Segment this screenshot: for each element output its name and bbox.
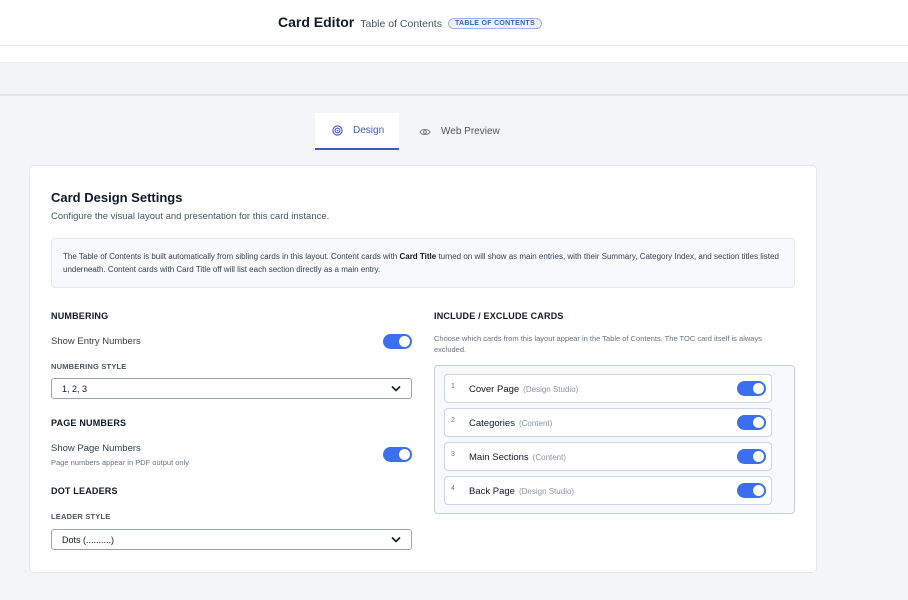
include-back-page-toggle[interactable] bbox=[737, 483, 766, 498]
list-item-number: 1 bbox=[451, 383, 455, 390]
list-item-name: Categories bbox=[469, 418, 515, 429]
page-subtitle: Table of Contents bbox=[360, 18, 442, 30]
info-text-part1: The Table of Contents is built automatic… bbox=[63, 252, 400, 261]
include-cover-page-toggle[interactable] bbox=[737, 381, 766, 396]
toolbar-strip bbox=[0, 46, 908, 63]
list-item-tag: (Design Studio) bbox=[518, 487, 575, 496]
info-notice: The Table of Contents is built automatic… bbox=[51, 238, 795, 288]
leader-style-select[interactable]: Dots (..........) bbox=[51, 529, 412, 550]
list-item-name: Main Sections bbox=[469, 452, 529, 463]
secondary-toolbar-strip bbox=[0, 63, 908, 96]
title-group: Card Editor Table of Contents TABLE OF C… bbox=[278, 14, 542, 31]
card-type-badge: TABLE OF CONTENTS bbox=[447, 18, 542, 29]
card-design-settings-panel: Card Design Settings Configure the visua… bbox=[29, 165, 817, 573]
page-title: Card Editor bbox=[278, 14, 355, 30]
list-item-label: Back Page (Design Studio) bbox=[469, 486, 574, 497]
numbering-heading: NUMBERING bbox=[51, 311, 109, 321]
list-item-back-page: 4 Back Page (Design Studio) bbox=[444, 476, 772, 505]
top-bar: Card Editor Table of Contents TABLE OF C… bbox=[0, 0, 908, 46]
numbering-style-select[interactable]: 1, 2, 3 bbox=[51, 378, 412, 399]
list-item-label: Categories (Content) bbox=[469, 418, 552, 429]
include-main-sections-toggle[interactable] bbox=[737, 449, 766, 464]
numbering-style-value: 1, 2, 3 bbox=[62, 383, 88, 394]
leader-style-value: Dots (..........) bbox=[62, 534, 115, 545]
list-item-name: Back Page bbox=[469, 486, 515, 497]
target-icon bbox=[332, 125, 343, 136]
list-item-label: Main Sections (Content) bbox=[469, 452, 566, 463]
list-item-name: Cover Page bbox=[469, 384, 520, 395]
show-entry-numbers-label: Show Entry Numbers bbox=[51, 336, 141, 347]
show-page-numbers-label: Show Page Numbers bbox=[51, 443, 141, 454]
show-page-numbers-toggle[interactable] bbox=[383, 447, 412, 462]
dot-leaders-heading: DOT LEADERS bbox=[51, 486, 118, 496]
tab-web-preview-label: Web Preview bbox=[441, 126, 500, 137]
info-text-bold: Card Title bbox=[399, 252, 437, 261]
page-numbers-heading: PAGE NUMBERS bbox=[51, 418, 127, 428]
show-entry-numbers-toggle[interactable] bbox=[383, 334, 412, 349]
chevron-down-icon bbox=[391, 535, 401, 545]
tab-design[interactable]: Design bbox=[315, 113, 399, 150]
list-item-number: 2 bbox=[451, 417, 455, 424]
list-item-number: 4 bbox=[451, 485, 455, 492]
panel-description: Configure the visual layout and presenta… bbox=[51, 211, 330, 222]
list-item-tag: (Design Studio) bbox=[523, 385, 579, 394]
list-item-label: Cover Page (Design Studio) bbox=[469, 384, 578, 395]
chevron-down-icon bbox=[391, 384, 401, 394]
tab-design-label: Design bbox=[353, 125, 385, 136]
eye-icon bbox=[419, 127, 431, 137]
include-exclude-description: Choose which cards from this layout appe… bbox=[434, 334, 762, 354]
list-item-main-sections: 3 Main Sections (Content) bbox=[444, 442, 772, 471]
page-numbers-hint: Page numbers appear in PDF output only bbox=[51, 458, 189, 467]
card-list: 1 Cover Page (Design Studio) 2 Categories… bbox=[434, 365, 795, 514]
list-item-tag: (Content) bbox=[518, 419, 553, 428]
numbering-style-label: NUMBERING STYLE bbox=[51, 362, 127, 371]
list-item-cover-page: 1 Cover Page (Design Studio) bbox=[444, 374, 772, 403]
panel-title: Card Design Settings bbox=[51, 190, 183, 205]
list-item-tag: (Content) bbox=[532, 453, 567, 462]
tab-web-preview[interactable]: Web Preview bbox=[402, 113, 517, 150]
list-item-categories: 2 Categories (Content) bbox=[444, 408, 772, 437]
leader-style-label: LEADER STYLE bbox=[51, 512, 111, 521]
editor-tabs: Design Web Preview bbox=[315, 113, 517, 150]
include-exclude-heading: INCLUDE / EXCLUDE CARDS bbox=[434, 311, 564, 321]
include-categories-toggle[interactable] bbox=[737, 415, 766, 430]
list-item-number: 3 bbox=[451, 451, 455, 458]
